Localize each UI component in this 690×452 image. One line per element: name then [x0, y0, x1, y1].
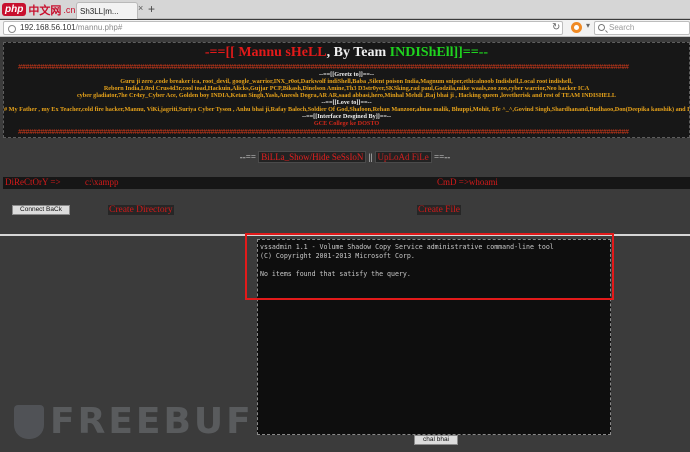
site-watermark-logo: php 中文网 .cn	[2, 1, 75, 18]
tab-title: Sh3LL|m...	[80, 7, 119, 16]
url-text: 192.168.56.101/mannu.php#	[20, 23, 122, 32]
menu-trail: ==--	[434, 152, 451, 162]
title-prefix: -==[[	[204, 45, 239, 60]
greetz-line-2: Reborn India,L0rd Crus4d3r,cool toad,Hac…	[103, 85, 590, 92]
title-team-name: INDIShEll	[389, 45, 454, 60]
url-path: /mannu.php#	[75, 23, 123, 32]
shield-icon	[14, 404, 44, 439]
watermark-text: FREEBUF	[50, 401, 254, 442]
love-line: # My Father , my Ex Teacher,cold fire ha…	[4, 106, 690, 113]
url-host: 192.168.56.101	[20, 23, 76, 32]
greetz-title: --==[[Greetz to]]==--	[318, 71, 375, 78]
page-title: -==[[ Mannu sHeLL, By Team INDIShEll]]==…	[4, 45, 689, 61]
site-info-icon[interactable]	[8, 25, 16, 33]
tab-close-icon[interactable]: ×	[138, 3, 143, 13]
search-placeholder: Search	[609, 23, 635, 32]
browser-tab-bar: php 中文网 .cn Sh3LL|m... × +	[0, 0, 690, 19]
show-hide-session-link[interactable]: BiLLa_Show/Hide SeSsIoN	[258, 151, 367, 163]
title-shell-name: Mannu sHeLL	[238, 45, 327, 60]
browser-nav-bar: 192.168.56.101/mannu.php# ↻ ▾ Search	[0, 20, 690, 37]
freebuf-watermark: FREEBUF	[14, 401, 254, 442]
browser-tab[interactable]: Sh3LL|m...	[76, 2, 138, 19]
address-bar[interactable]: 192.168.56.101/mannu.php# ↻	[3, 21, 563, 35]
shell-header: -==[[ Mannu sHeLL, By Team INDIShEll]]==…	[3, 42, 690, 138]
title-suffix: ]]==--	[453, 45, 489, 60]
menu-separator: ||	[368, 152, 373, 162]
designer-title: --==[[Interface Desgined By]]==--	[301, 113, 391, 120]
page-content: -==[[ Mannu sHeLL, By Team INDIShEll]]==…	[0, 38, 690, 452]
hash-divider-bottom: ########################################…	[18, 129, 629, 137]
upload-file-link[interactable]: UpLoAd FiLe	[374, 151, 432, 163]
watermark-domain-text: .cn	[63, 4, 76, 15]
shell-menu-bar: --== BiLLa_Show/Hide SeSsIoN || UpLoAd F…	[0, 151, 690, 165]
search-icon	[598, 24, 605, 31]
directory-value: c:\xampp	[85, 177, 119, 187]
chevron-down-icon[interactable]: ▾	[586, 21, 590, 30]
connect-back-button[interactable]: Connect BaCk	[12, 205, 70, 215]
watermark-cn-text: 中文网	[28, 3, 62, 17]
directory-label: DiReCtOrY =>	[5, 177, 61, 187]
title-by-team: , By Team	[326, 45, 390, 60]
info-bar: DiReCtOrY => c:\xampp CmD =>whoami	[3, 177, 690, 189]
create-file-link[interactable]: Create File	[417, 205, 461, 215]
php-logo: php	[2, 3, 27, 16]
output-highlight-box	[245, 233, 614, 300]
cmd-label: CmD =>whoami	[437, 177, 498, 187]
designer-name: GCE College ke DOSTO	[313, 120, 380, 127]
reload-icon[interactable]: ↻	[552, 22, 560, 33]
extension-icon[interactable]	[571, 22, 582, 33]
menu-lead: --==	[239, 152, 256, 162]
greetz-line-1: Guru ji zero ,code breaker ica, root_dev…	[120, 78, 573, 85]
new-tab-button[interactable]: +	[148, 2, 155, 16]
search-input[interactable]: Search	[594, 21, 690, 35]
love-title: --==[[Love to]]==--	[321, 99, 372, 106]
execute-command-button[interactable]: chal bhai	[414, 435, 458, 445]
greetz-line-3: cyber gladiator,7he Cr4zy_Cyber Ace, Gol…	[76, 92, 617, 99]
create-directory-link[interactable]: Create Directory	[108, 205, 174, 215]
